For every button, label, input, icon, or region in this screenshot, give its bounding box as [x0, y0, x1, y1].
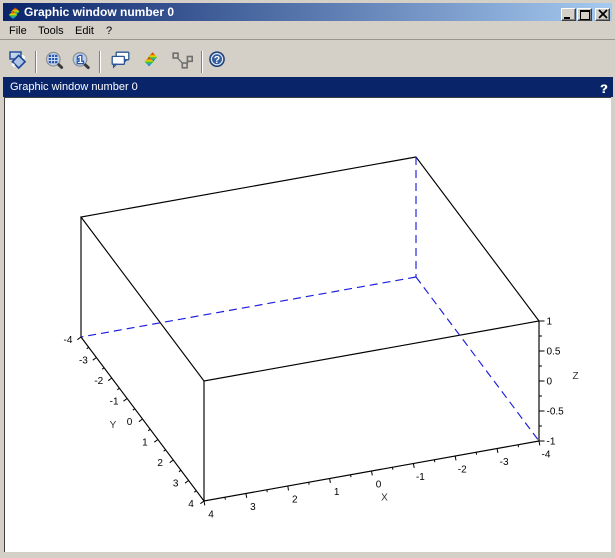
svg-text:-1: -1: [110, 397, 119, 408]
svg-text:-1: -1: [416, 472, 425, 483]
svg-text:Z: Z: [573, 371, 579, 382]
svg-text:-4: -4: [542, 450, 551, 461]
svg-text:0: 0: [127, 417, 133, 428]
svg-text:1: 1: [77, 54, 83, 66]
svg-text:4: 4: [208, 510, 214, 521]
svg-text:1: 1: [334, 487, 340, 498]
svg-text:-3: -3: [79, 356, 88, 367]
svg-text:4: 4: [188, 499, 194, 510]
svg-text:0.5: 0.5: [547, 347, 561, 358]
svg-text:0: 0: [547, 377, 553, 388]
svg-text:2: 2: [157, 458, 163, 469]
svg-text:3: 3: [250, 502, 256, 513]
svg-text:-3: -3: [500, 457, 509, 468]
svg-text:3: 3: [173, 479, 179, 490]
svg-text:-2: -2: [94, 376, 103, 387]
svg-text:1: 1: [142, 438, 148, 449]
svg-text:-4: -4: [64, 335, 73, 346]
svg-text:0: 0: [376, 480, 382, 491]
svg-text:-0.5: -0.5: [547, 407, 565, 418]
svg-text:?: ?: [214, 54, 220, 66]
svg-text:X: X: [381, 493, 388, 504]
svg-text:1: 1: [547, 317, 553, 328]
svg-text:-2: -2: [458, 465, 467, 476]
svg-text:Y: Y: [110, 420, 117, 431]
svg-text:-1: -1: [547, 437, 556, 448]
svg-text:2: 2: [292, 495, 298, 506]
